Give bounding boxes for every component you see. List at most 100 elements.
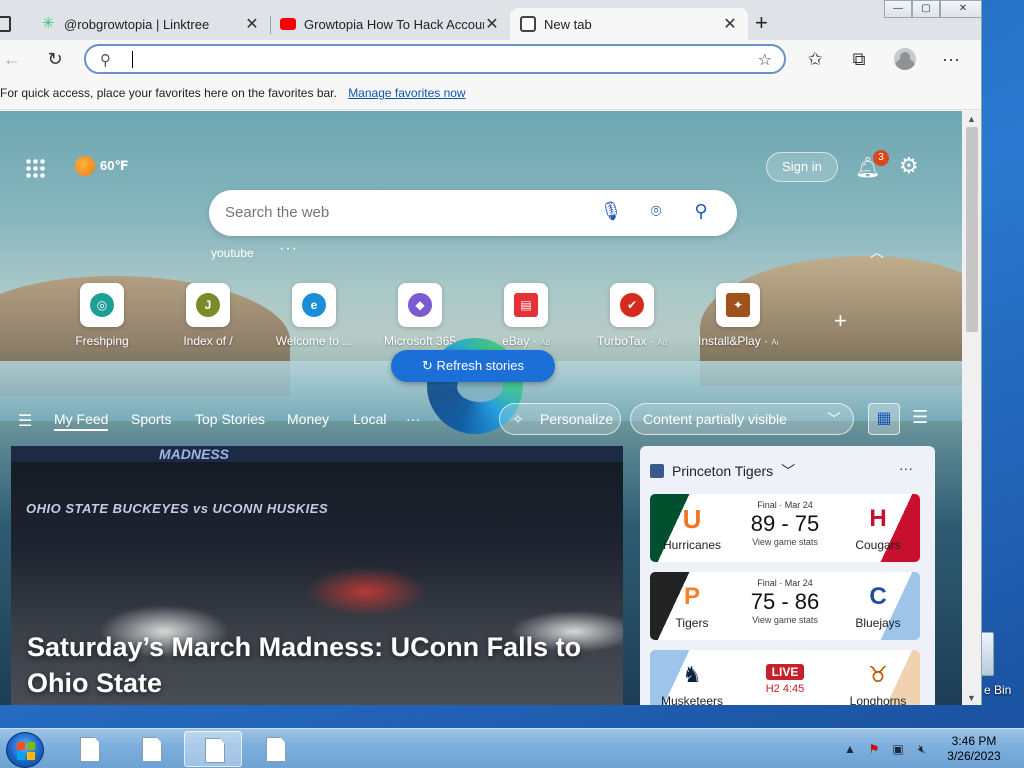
feed-tab-sports[interactable]: Sports <box>131 411 171 427</box>
close-tab-icon[interactable]: ✕ <box>484 14 500 34</box>
personalize-button[interactable]: ✧ Personalize <box>499 403 621 435</box>
sports-team-name: Princeton Tigers <box>672 463 774 479</box>
quick-link-label: Microsoft 365 <box>383 334 457 348</box>
app-launcher-icon[interactable] <box>25 158 45 178</box>
quick-link-install-play[interactable]: ✦ Install&Play · Ad <box>698 283 778 348</box>
scroll-up-icon[interactable]: ▲ <box>967 114 976 124</box>
taskbar: ▲ ⚑ ▣ 🔇︎ 3:46 PM 3/26/2023 <box>0 728 1024 768</box>
tab-youtube[interactable]: Growtopia How To Hack Account ✕ <box>270 8 510 40</box>
vertical-scrollbar[interactable]: ▲ ▼ <box>962 111 981 705</box>
home-team: U Hurricanes <box>656 494 728 552</box>
manage-favorites-link[interactable]: Manage favorites now <box>348 86 465 100</box>
web-search-input[interactable] <box>225 204 585 221</box>
favorites-bar: For quick access, place your favorites h… <box>0 80 981 110</box>
quick-link-tile: J <box>186 283 230 327</box>
microphone-icon[interactable]: 🎙︎ <box>599 201 623 222</box>
quick-link-ebay[interactable]: ▤ eBay · Ad <box>486 283 566 348</box>
personalize-label: Personalize <box>540 411 614 427</box>
weather-widget[interactable]: 60℉ <box>75 156 129 176</box>
back-icon[interactable]: ← <box>0 49 24 70</box>
add-quick-link-icon[interactable]: + <box>834 308 847 334</box>
recent-search-item[interactable]: youtube <box>211 246 254 260</box>
ad-label: Ad <box>771 338 778 347</box>
clock[interactable]: 3:46 PM 3/26/2023 <box>940 734 1008 764</box>
tab-new-tab[interactable]: New tab ✕ <box>510 8 748 40</box>
visual-search-icon[interactable]: ⌾ <box>644 201 668 222</box>
microsoft-365-icon: ◆ <box>408 293 432 317</box>
volume-muted-icon[interactable]: 🔇︎ <box>914 741 930 757</box>
show-hidden-icons-icon[interactable]: ▲ <box>842 741 858 757</box>
tab-actions-icon[interactable] <box>0 16 11 32</box>
taskbar-item[interactable] <box>122 731 180 767</box>
ebay-icon: ▤ <box>514 293 538 317</box>
game-score: Final · Mar 24 75 - 86 View game stats <box>735 578 835 625</box>
hamburger-menu-icon[interactable]: ☰ <box>18 411 32 431</box>
more-menu-icon[interactable]: ··· <box>939 49 963 70</box>
refresh-stories-button[interactable]: ↻ Refresh stories <box>391 350 555 382</box>
feed-tab-my-feed[interactable]: My Feed <box>54 411 109 431</box>
scroll-thumb[interactable] <box>966 127 978 332</box>
game-row[interactable]: P Tigers Final · Mar 24 75 - 86 View gam… <box>650 572 920 640</box>
search-icon[interactable]: ⚲ <box>689 201 713 222</box>
install-play-icon: ✦ <box>726 293 750 317</box>
score: 75 - 86 <box>750 589 820 614</box>
feed-tab-top-stories[interactable]: Top Stories <box>195 411 265 427</box>
hero-news-card[interactable]: MADNESS OHIO STATE BUCKEYES vs UCONN HUS… <box>11 446 623 705</box>
network-icon[interactable]: ▣ <box>890 741 906 757</box>
add-favorite-icon[interactable]: ☆ <box>758 50 772 70</box>
refresh-icon[interactable]: ↻ <box>43 49 67 70</box>
web-search-box[interactable]: 🎙︎ ⌾ ⚲ <box>209 190 737 236</box>
sign-in-button[interactable]: Sign in <box>766 152 838 182</box>
taskbar-item[interactable] <box>246 731 304 767</box>
favorites-icon[interactable]: ✩ <box>803 49 827 70</box>
new-tab-button[interactable]: + <box>755 12 768 34</box>
maximize-button[interactable]: ▢ <box>912 0 940 18</box>
scroll-down-icon[interactable]: ▼ <box>967 693 976 703</box>
freshping-icon: ◎ <box>90 293 114 317</box>
recent-search-more-icon[interactable]: ··· <box>279 240 298 258</box>
action-center-icon[interactable]: ⚑ <box>866 741 882 757</box>
feed-tab-local[interactable]: Local <box>353 411 386 427</box>
quick-link-welcome[interactable]: e Welcome to ... <box>274 283 354 348</box>
taskbar-item-active[interactable] <box>184 731 242 767</box>
game-row[interactable]: U Hurricanes Final · Mar 24 89 - 75 View… <box>650 494 920 562</box>
gear-icon[interactable]: ⚙ <box>899 153 919 179</box>
sports-more-icon[interactable]: ··· <box>899 460 913 476</box>
edge-icon: e <box>302 293 326 317</box>
quick-link-label: Welcome to ... <box>275 334 353 348</box>
start-button[interactable] <box>6 732 44 768</box>
longhorns-logo-icon: ♉ <box>868 662 888 687</box>
close-tab-icon[interactable]: ✕ <box>722 14 738 34</box>
quick-link-turbotax[interactable]: ✔ TurboTax · Ad <box>592 283 672 348</box>
recycle-bin-icon[interactable] <box>980 632 994 676</box>
chevron-up-icon[interactable]: ︿ <box>870 242 884 262</box>
tab-linktree[interactable]: ✳ @robgrowtopia | Linktree ✕ <box>30 8 270 40</box>
sports-header[interactable]: Princeton Tigers ﹀ <box>650 461 795 481</box>
grid-layout-icon[interactable]: ▦ <box>868 403 900 435</box>
feed-tab-money[interactable]: Money <box>287 411 329 427</box>
feed-more-icon[interactable]: ··· <box>406 411 420 427</box>
away-team: C Bluejays <box>842 572 914 630</box>
quick-link-microsoft-365[interactable]: ◆ Microsoft 365 <box>380 283 460 348</box>
view-game-stats-link[interactable]: View game stats <box>735 615 835 625</box>
system-tray: ▲ ⚑ ▣ 🔇︎ <box>842 737 930 761</box>
hero-headline[interactable]: Saturday’s March Madness: UConn Falls to… <box>27 629 607 701</box>
profile-avatar[interactable] <box>894 48 916 70</box>
minimize-button[interactable]: — <box>884 0 912 18</box>
close-window-button[interactable]: ✕ <box>940 0 981 18</box>
quick-link-index[interactable]: J Index of / <box>168 283 248 348</box>
close-tab-icon[interactable]: ✕ <box>244 14 260 34</box>
new-tab-icon <box>520 16 536 32</box>
content-visibility-dropdown[interactable]: Content partially visible ﹀ <box>630 403 854 435</box>
view-game-stats-link[interactable]: View game stats <box>735 537 835 547</box>
quick-link-label: Install&Play <box>698 334 761 348</box>
collections-icon[interactable]: ⧉ <box>847 49 871 70</box>
taskbar-item[interactable] <box>60 731 118 767</box>
tab-title: New tab <box>544 16 592 32</box>
game-row[interactable]: ♞ Musketeers LIVE H2 4:45 ♉ Longhorns <box>650 650 920 705</box>
search-icon: ⚲ <box>100 52 111 69</box>
quick-link-freshping[interactable]: ◎ Freshping <box>62 283 142 348</box>
list-layout-icon[interactable]: ☰ <box>912 407 928 428</box>
quick-link-label: Index of / <box>183 334 233 348</box>
address-bar[interactable]: ⚲ ☆ <box>84 44 786 74</box>
